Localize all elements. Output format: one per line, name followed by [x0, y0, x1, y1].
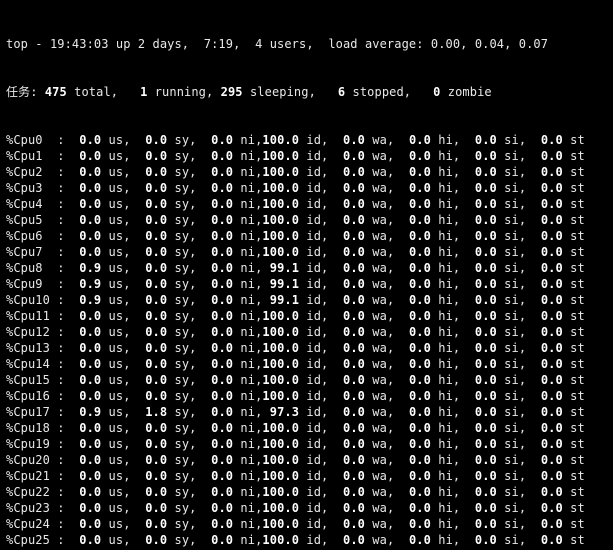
- cpu-row-5: %Cpu5 : 0.0 us, 0.0 sy, 0.0 ni,100.0 id,…: [6, 212, 607, 228]
- cpu-row-20: %Cpu20 : 0.0 us, 0.0 sy, 0.0 ni,100.0 id…: [6, 452, 607, 468]
- cpu-row-14: %Cpu14 : 0.0 us, 0.0 sy, 0.0 ni,100.0 id…: [6, 356, 607, 372]
- cpu-row-12: %Cpu12 : 0.0 us, 0.0 sy, 0.0 ni,100.0 id…: [6, 324, 607, 340]
- top-terminal[interactable]: top - 19:43:03 up 2 days, 7:19, 4 users,…: [0, 0, 613, 550]
- cpu-row-15: %Cpu15 : 0.0 us, 0.0 sy, 0.0 ni,100.0 id…: [6, 372, 607, 388]
- cpu-row-9: %Cpu9 : 0.9 us, 0.0 sy, 0.0 ni, 99.1 id,…: [6, 276, 607, 292]
- tasks-line: 任务: 475 total, 1 running, 295 sleeping, …: [6, 84, 607, 100]
- cpu-row-24: %Cpu24 : 0.0 us, 0.0 sy, 0.0 ni,100.0 id…: [6, 516, 607, 532]
- cpu-row-13: %Cpu13 : 0.0 us, 0.0 sy, 0.0 ni,100.0 id…: [6, 340, 607, 356]
- cpu-row-16: %Cpu16 : 0.0 us, 0.0 sy, 0.0 ni,100.0 id…: [6, 388, 607, 404]
- cpu-row-11: %Cpu11 : 0.0 us, 0.0 sy, 0.0 ni,100.0 id…: [6, 308, 607, 324]
- cpu-row-23: %Cpu23 : 0.0 us, 0.0 sy, 0.0 ni,100.0 id…: [6, 500, 607, 516]
- cpu-row-1: %Cpu1 : 0.0 us, 0.0 sy, 0.0 ni,100.0 id,…: [6, 148, 607, 164]
- cpu-row-0: %Cpu0 : 0.0 us, 0.0 sy, 0.0 ni,100.0 id,…: [6, 132, 607, 148]
- cpu-row-22: %Cpu22 : 0.0 us, 0.0 sy, 0.0 ni,100.0 id…: [6, 484, 607, 500]
- cpu-row-18: %Cpu18 : 0.0 us, 0.0 sy, 0.0 ni,100.0 id…: [6, 420, 607, 436]
- header-line: top - 19:43:03 up 2 days, 7:19, 4 users,…: [6, 36, 607, 52]
- cpu-row-25: %Cpu25 : 0.0 us, 0.0 sy, 0.0 ni,100.0 id…: [6, 532, 607, 548]
- cpu-row-8: %Cpu8 : 0.9 us, 0.0 sy, 0.0 ni, 99.1 id,…: [6, 260, 607, 276]
- cpu-row-17: %Cpu17 : 0.9 us, 1.8 sy, 0.0 ni, 97.3 id…: [6, 404, 607, 420]
- cpu-row-10: %Cpu10 : 0.9 us, 0.0 sy, 0.0 ni, 99.1 id…: [6, 292, 607, 308]
- cpu-row-19: %Cpu19 : 0.0 us, 0.0 sy, 0.0 ni,100.0 id…: [6, 436, 607, 452]
- cpu-row-2: %Cpu2 : 0.0 us, 0.0 sy, 0.0 ni,100.0 id,…: [6, 164, 607, 180]
- cpu-row-6: %Cpu6 : 0.0 us, 0.0 sy, 0.0 ni,100.0 id,…: [6, 228, 607, 244]
- cpu-row-4: %Cpu4 : 0.0 us, 0.0 sy, 0.0 ni,100.0 id,…: [6, 196, 607, 212]
- cpu-row-3: %Cpu3 : 0.0 us, 0.0 sy, 0.0 ni,100.0 id,…: [6, 180, 607, 196]
- cpu-row-7: %Cpu7 : 0.0 us, 0.0 sy, 0.0 ni,100.0 id,…: [6, 244, 607, 260]
- cpu-lines: %Cpu0 : 0.0 us, 0.0 sy, 0.0 ni,100.0 id,…: [6, 132, 607, 550]
- cpu-row-21: %Cpu21 : 0.0 us, 0.0 sy, 0.0 ni,100.0 id…: [6, 468, 607, 484]
